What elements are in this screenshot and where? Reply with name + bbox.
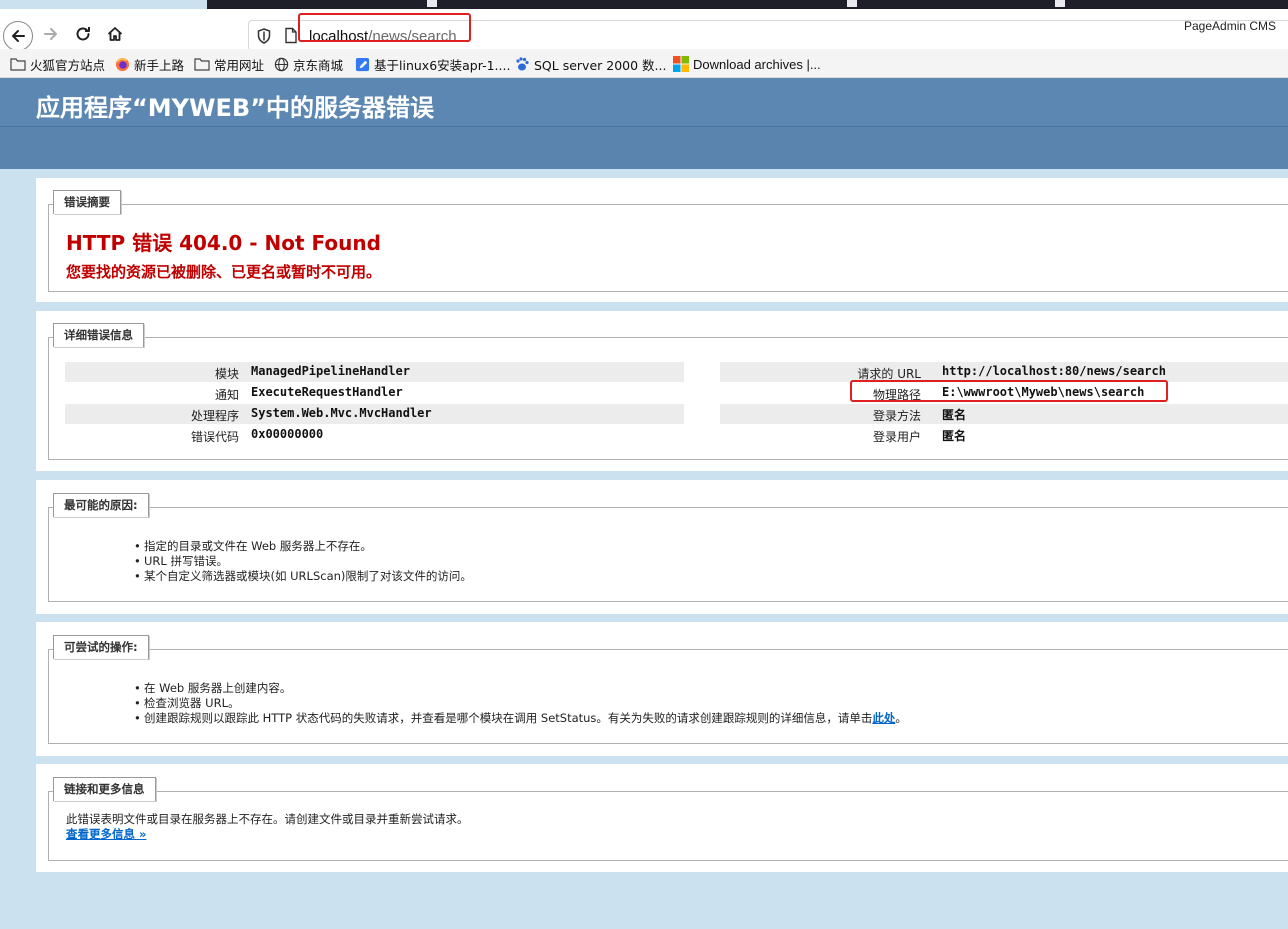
url-highlight-annotation <box>298 13 471 42</box>
detail-value: 0x00000000 <box>251 427 324 441</box>
physical-path-highlight-annotation <box>850 380 1168 402</box>
details-legend: 详细错误信息 <box>53 323 144 347</box>
arrow-right-icon <box>44 28 57 40</box>
detail-value: System.Web.Mvc.MvcHandler <box>251 406 432 420</box>
bookmark-item[interactable]: 基于linux6安装apr-1.... <box>355 55 510 73</box>
detail-row: 通知 ExecuteRequestHandler <box>65 383 684 403</box>
globe-icon <box>274 57 289 71</box>
pen-icon <box>355 57 370 71</box>
bookmark-label: SQL server 2000 数... <box>534 57 667 73</box>
bookmark-label: 常用网址 <box>214 57 265 73</box>
folder-icon <box>10 58 26 71</box>
bookmark-label: 基于linux6安装apr-1.... <box>374 57 511 73</box>
list-item: URL 拼写错误。 <box>134 554 472 569</box>
summary-fieldset: 错误摘要 HTTP 错误 404.0 - Not Found 您要找的资源已被删… <box>48 190 1288 292</box>
page-title: 应用程序“MYWEB”中的服务器错误 <box>36 94 434 122</box>
detail-label: 错误代码 <box>190 430 239 444</box>
detail-label: 通知 <box>214 388 239 402</box>
baidu-paw-icon <box>516 57 529 71</box>
forward-button[interactable] <box>36 19 66 49</box>
list-item-end: 。 <box>895 711 907 725</box>
more-info-link[interactable]: 查看更多信息 » <box>66 827 146 841</box>
tab-strip <box>207 0 1288 9</box>
microsoft-icon <box>673 56 689 72</box>
detail-value: http://localhost:80/news/search <box>942 364 1166 378</box>
details-fieldset: 详细错误信息 模块 ManagedPipelineHandler 通知 Exec… <box>48 323 1288 460</box>
details-panel: 详细错误信息 模块 ManagedPipelineHandler 通知 Exec… <box>36 311 1288 471</box>
detail-row: 处理程序 System.Web.Mvc.MvcHandler <box>65 404 684 424</box>
firefox-icon <box>115 57 130 71</box>
detail-row: 请求的 URL http://localhost:80/news/search <box>720 362 1288 382</box>
home-icon <box>107 27 123 41</box>
bookmark-item[interactable]: SQL server 2000 数... <box>514 55 666 73</box>
detail-row: 模块 ManagedPipelineHandler <box>65 362 684 382</box>
bookmark-item[interactable]: 常用网址 <box>194 55 264 73</box>
detail-row: 登录用户 匿名 <box>720 425 1288 445</box>
navigation-toolbar: localhost/news/search PageAdmin CMS <box>0 9 1288 51</box>
summary-legend: 错误摘要 <box>53 190 121 214</box>
bookmark-item[interactable]: 京东商城 <box>274 55 343 73</box>
more-info-fieldset: 链接和更多信息 此错误表明文件或目录在服务器上不存在。请创建文件或目录并重新尝试… <box>48 777 1288 861</box>
actions-legend: 可尝试的操作: <box>53 635 149 659</box>
bookmark-label: Download archives |... <box>693 56 821 72</box>
detail-label: 处理程序 <box>190 409 239 423</box>
back-button[interactable] <box>3 21 33 51</box>
reload-icon <box>76 27 90 41</box>
more-info-link-wrap: 查看更多信息 » <box>66 827 146 842</box>
reload-button[interactable] <box>68 19 98 49</box>
detail-label: 模块 <box>214 367 239 381</box>
page-header: 应用程序“MYWEB”中的服务器错误 <box>0 78 1288 126</box>
causes-panel: 最可能的原因: 指定的目录或文件在 Web 服务器上不存在。 URL 拼写错误。… <box>36 480 1288 614</box>
detail-value: ExecuteRequestHandler <box>251 385 403 399</box>
bookmark-label: 京东商城 <box>293 57 344 73</box>
list-item: 创建跟踪规则以跟踪此 HTTP 状态代码的失败请求，并查看是哪个模块在调用 Se… <box>134 711 907 726</box>
more-info-panel: 链接和更多信息 此错误表明文件或目录在服务器上不存在。请创建文件或目录并重新尝试… <box>36 764 1288 872</box>
header-band <box>0 126 1288 169</box>
detail-label: 登录用户 <box>872 430 921 444</box>
causes-list: 指定的目录或文件在 Web 服务器上不存在。 URL 拼写错误。 某个自定义筛选… <box>134 539 472 584</box>
bookmark-item[interactable]: Download archives |... <box>673 55 821 73</box>
detail-row: 登录方法 匿名 <box>720 404 1288 424</box>
bookmark-label: 新手上路 <box>134 57 185 73</box>
detail-label: 登录方法 <box>872 409 921 423</box>
more-info-legend: 链接和更多信息 <box>53 777 156 801</box>
actions-fieldset: 可尝试的操作: 在 Web 服务器上创建内容。 检查浏览器 URL。 创建跟踪规… <box>48 635 1288 744</box>
error-title: HTTP 错误 404.0 - Not Found <box>66 231 381 255</box>
error-description: 您要找的资源已被删除、已更名或暂时不可用。 <box>66 263 382 281</box>
detail-value: ManagedPipelineHandler <box>251 364 410 378</box>
summary-panel: 错误摘要 HTTP 错误 404.0 - Not Found 您要找的资源已被删… <box>36 178 1288 302</box>
list-item: 指定的目录或文件在 Web 服务器上不存在。 <box>134 539 472 554</box>
tab-icon <box>847 0 857 7</box>
page-info-icon[interactable] <box>284 27 298 44</box>
folder-icon <box>194 58 210 71</box>
shield-icon[interactable] <box>257 28 271 44</box>
tab-icon <box>427 0 437 7</box>
detail-value: 匿名 <box>942 408 967 422</box>
list-item: 在 Web 服务器上创建内容。 <box>134 681 907 696</box>
actions-list: 在 Web 服务器上创建内容。 检查浏览器 URL。 创建跟踪规则以跟踪此 HT… <box>134 681 907 726</box>
bookmark-label: 火狐官方站点 <box>30 57 106 73</box>
actions-panel: 可尝试的操作: 在 Web 服务器上创建内容。 检查浏览器 URL。 创建跟踪规… <box>36 622 1288 756</box>
bookmarks-toolbar: 火狐官方站点 新手上路 常用网址 京东商城 基于linux6安装apr-1...… <box>0 49 1288 78</box>
list-item: 检查浏览器 URL。 <box>134 696 907 711</box>
more-info-text: 此错误表明文件或目录在服务器上不存在。请创建文件或目录并重新尝试请求。 <box>66 812 469 826</box>
tab-icon <box>1055 0 1065 7</box>
list-item-text: 创建跟踪规则以跟踪此 HTTP 状态代码的失败请求，并查看是哪个模块在调用 Se… <box>144 711 873 725</box>
list-item: 某个自定义筛选器或模块(如 URLScan)限制了对该文件的访问。 <box>134 569 472 584</box>
arrow-left-icon <box>12 30 25 42</box>
detail-row: 错误代码 0x00000000 <box>65 425 684 445</box>
bookmark-item[interactable]: 新手上路 <box>115 55 184 73</box>
home-button[interactable] <box>100 19 130 49</box>
pageadmin-label: PageAdmin CMS <box>1184 19 1277 33</box>
click-here-link[interactable]: 此处 <box>872 711 895 725</box>
causes-legend: 最可能的原因: <box>53 493 149 517</box>
detail-value: 匿名 <box>942 429 967 443</box>
bookmark-item[interactable]: 火狐官方站点 <box>10 55 105 73</box>
causes-fieldset: 最可能的原因: 指定的目录或文件在 Web 服务器上不存在。 URL 拼写错误。… <box>48 493 1288 602</box>
